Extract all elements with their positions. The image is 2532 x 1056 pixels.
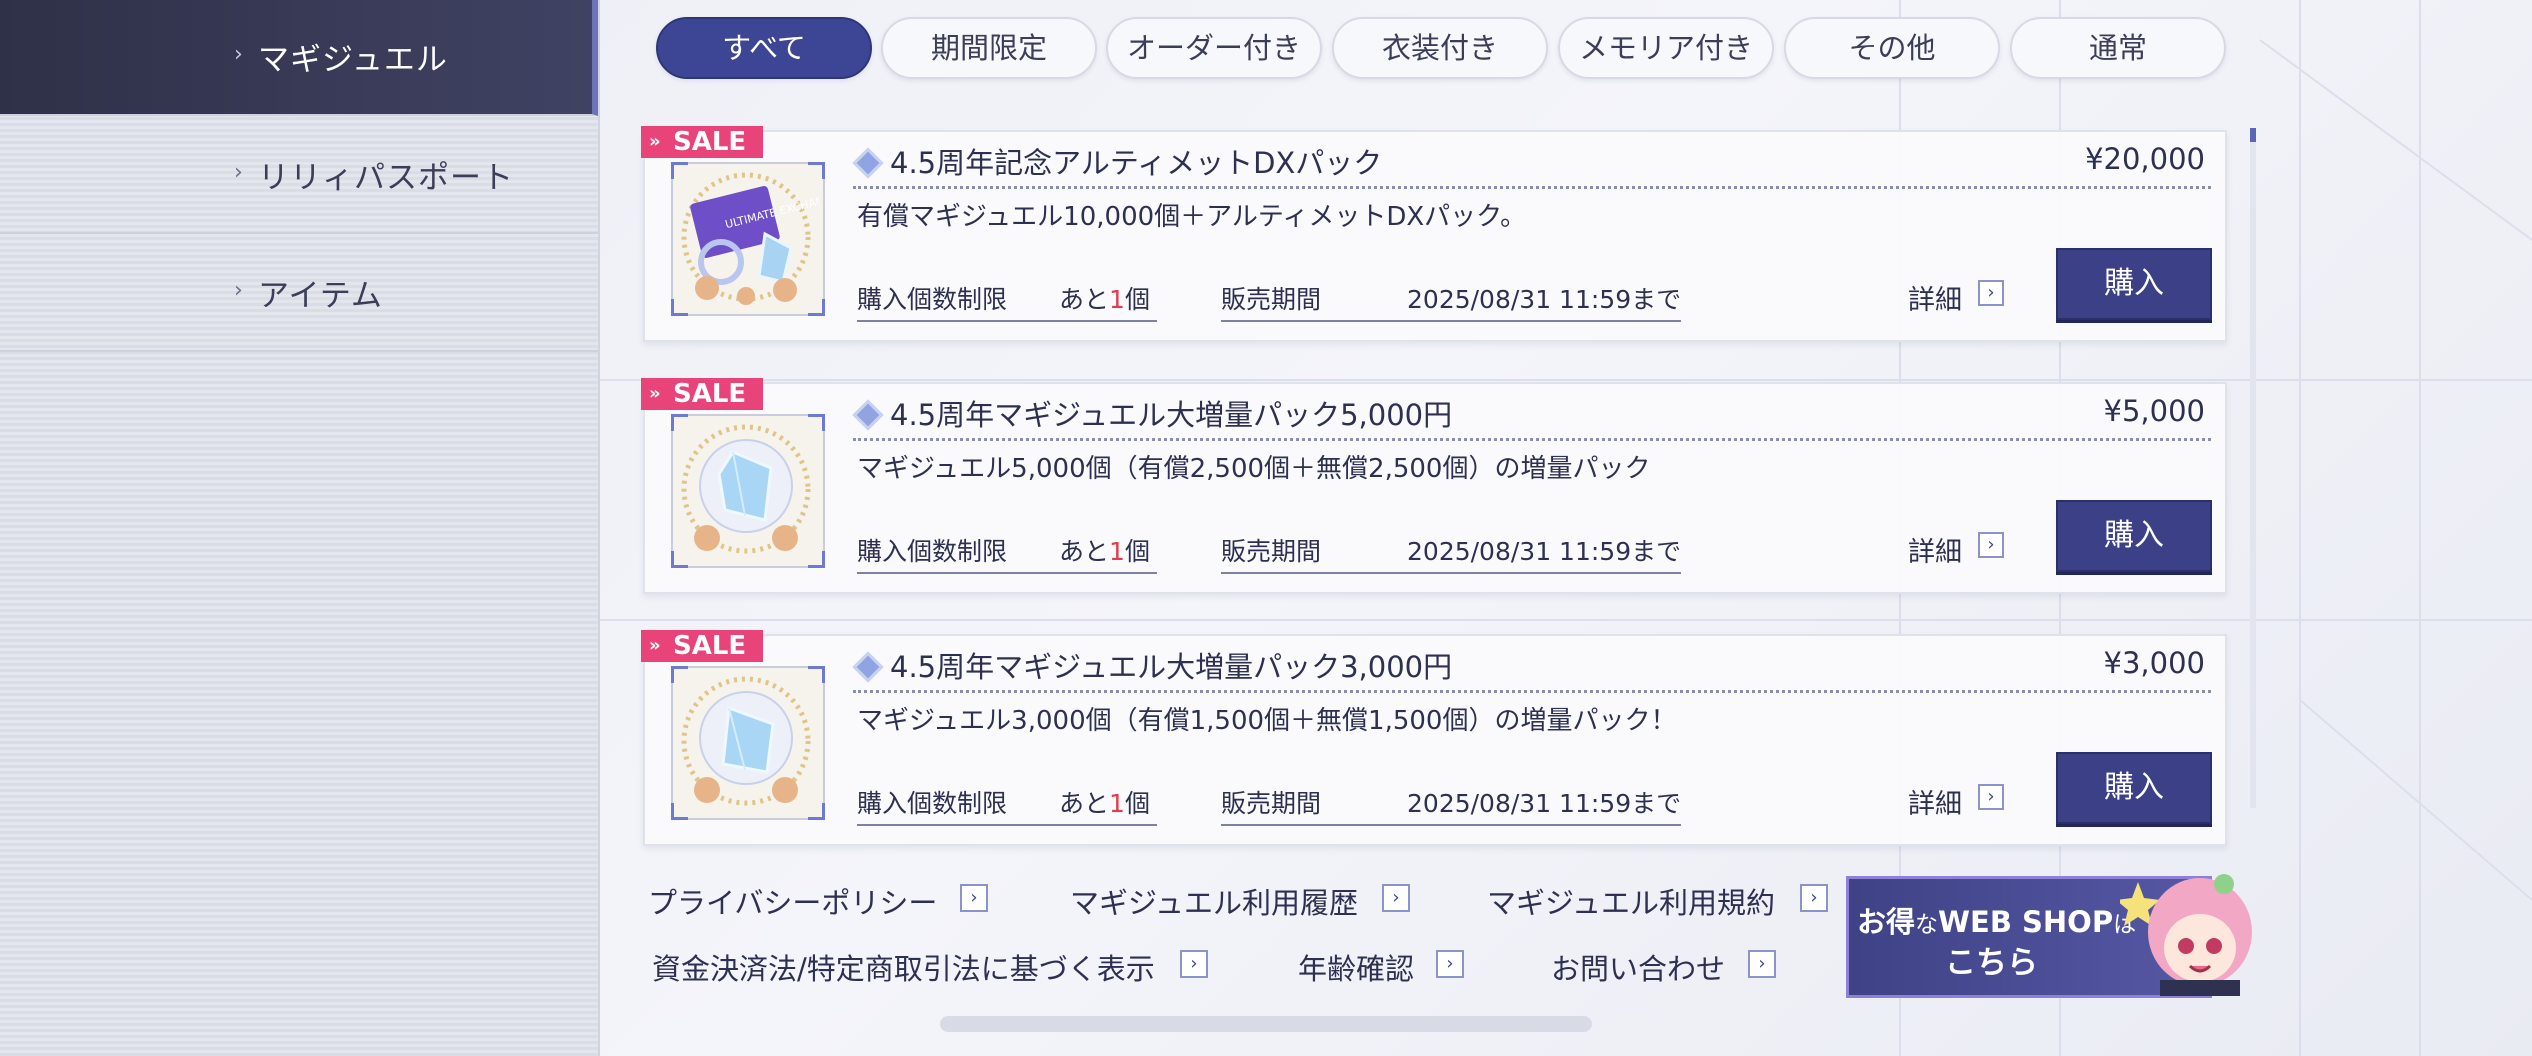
tab-limited-time[interactable]: 期間限定	[881, 17, 1097, 79]
ultimate-pack-icon: ULTIMATE EXCHANGE	[681, 172, 840, 305]
sidebar-item-label: リリィパスポート	[258, 160, 514, 196]
purchase-limit: 購入個数制限 あと1個	[857, 784, 1157, 826]
chevron-right-icon[interactable]: ›	[1382, 884, 1410, 912]
product-card: » SALE 4.5周年マギジュエル大増量パック3,000円 ¥3,000 マギ…	[641, 630, 2227, 846]
gem-icon	[681, 676, 811, 806]
sale-period: 販売期間 2025/08/31 11:59まで	[1221, 280, 1682, 322]
privacy-policy-link[interactable]: プライバシーポリシー	[648, 880, 937, 922]
product-card: » SALE 4.5周年マギジュエル大増量パック5,000円 ¥5,000 マギ…	[641, 378, 2227, 594]
gem-icon	[681, 424, 811, 554]
sidebar-item-label: アイテム	[258, 278, 383, 314]
chevron-right-icon[interactable]: ›	[1978, 784, 2004, 810]
magijewel-terms-link[interactable]: マギジュエル利用規約	[1487, 880, 1775, 922]
sale-badge: » SALE	[641, 126, 763, 158]
sale-period: 販売期間 2025/08/31 11:59まで	[1221, 532, 1682, 574]
chevron-right-icon: ›	[234, 160, 243, 185]
chevron-right-icon[interactable]: ›	[1978, 532, 2004, 558]
buy-button[interactable]: 購入	[2056, 752, 2212, 824]
tab-other[interactable]: その他	[1784, 17, 2000, 79]
contact-link[interactable]: お問い合わせ	[1551, 946, 1725, 988]
product-price: ¥5,000	[2103, 394, 2205, 428]
sidebar-item-items[interactable]: › アイテム	[0, 236, 598, 352]
chevron-right-icon[interactable]: ›	[1978, 280, 2004, 306]
product-title: 4.5周年マギジュエル大増量パック3,000円	[890, 650, 1453, 684]
chevron-right-icon[interactable]: ›	[1748, 950, 1776, 978]
tab-all[interactable]: すべて	[656, 17, 872, 79]
chevron-right-icon[interactable]: ›	[960, 884, 988, 912]
mascot-character-icon	[2120, 874, 2252, 996]
sale-badge: » SALE	[641, 378, 763, 410]
double-chevron-icon: »	[649, 635, 661, 656]
tab-with-costume[interactable]: 衣装付き	[1332, 17, 1548, 79]
sidebar-item-magijewel[interactable]: › マギジュエル	[0, 0, 598, 116]
detail-link[interactable]: 詳細	[1908, 530, 1962, 569]
product-thumbnail	[671, 666, 825, 820]
web-shop-banner-line2: こちら	[1945, 945, 2038, 981]
list-scrollbar-thumb[interactable]	[2250, 128, 2256, 142]
purchase-limit: 購入個数制限 あと1個	[857, 532, 1157, 574]
list-scrollbar[interactable]	[2250, 128, 2256, 808]
product-title: 4.5周年マギジュエル大増量パック5,000円	[890, 398, 1453, 432]
product-thumbnail	[671, 414, 825, 568]
detail-link[interactable]: 詳細	[1908, 782, 1962, 821]
product-description: マギジュエル5,000個（有償2,500個＋無償2,500個）の増量パック	[857, 454, 1651, 484]
dotted-divider	[853, 438, 2211, 441]
sidebar: › マギジュエル › リリィパスポート › アイテム	[0, 0, 600, 1056]
diamond-bullet-icon	[852, 651, 884, 683]
product-card: » SALE ULTIMATE EXCHANGE 4.5周年記念アルティメットD…	[641, 126, 2227, 342]
product-price: ¥20,000	[2085, 142, 2205, 176]
chevron-right-icon[interactable]: ›	[1800, 884, 1828, 912]
double-chevron-icon: »	[649, 131, 661, 152]
sidebar-item-label: マギジュエル	[258, 42, 448, 78]
sidebar-item-lily-passport[interactable]: › リリィパスポート	[0, 118, 598, 234]
double-chevron-icon: »	[649, 383, 661, 404]
diamond-bullet-icon	[852, 399, 884, 431]
product-thumbnail: ULTIMATE EXCHANGE	[671, 162, 840, 316]
buy-button[interactable]: 購入	[2056, 500, 2212, 572]
chevron-right-icon: ›	[234, 42, 243, 67]
buy-button[interactable]: 購入	[2056, 248, 2212, 320]
tab-with-order[interactable]: オーダー付き	[1106, 17, 1322, 79]
sale-badge: » SALE	[641, 630, 763, 662]
tab-with-memoria[interactable]: メモリア付き	[1558, 17, 1774, 79]
sale-period: 販売期間 2025/08/31 11:59まで	[1221, 784, 1682, 826]
chevron-right-icon[interactable]: ›	[1436, 950, 1464, 978]
dotted-divider	[853, 186, 2211, 189]
diamond-bullet-icon	[852, 147, 884, 179]
dotted-divider	[853, 690, 2211, 693]
magijewel-history-link[interactable]: マギジュエル利用履歴	[1070, 880, 1358, 922]
tab-regular[interactable]: 通常	[2010, 17, 2226, 79]
product-price: ¥3,000	[2103, 646, 2205, 680]
purchase-limit: 購入個数制限 あと1個	[857, 280, 1157, 322]
age-verification-link[interactable]: 年齢確認	[1298, 946, 1414, 988]
legal-notice-link[interactable]: 資金決済法/特定商取引法に基づく表示	[652, 946, 1155, 988]
product-description: 有償マギジュエル10,000個＋アルティメットDXパック。	[857, 202, 1527, 232]
chevron-right-icon[interactable]: ›	[1180, 950, 1208, 978]
detail-link[interactable]: 詳細	[1908, 278, 1962, 317]
product-title: 4.5周年記念アルティメットDXパック	[890, 146, 1383, 180]
horizontal-scrollbar[interactable]	[940, 1016, 1592, 1032]
chevron-right-icon: ›	[234, 278, 243, 303]
web-shop-banner-line1: お得なWEB SHOPは	[1857, 905, 2137, 939]
product-description: マギジュエル3,000個（有償1,500個＋無償1,500個）の増量パック！	[857, 706, 1677, 736]
